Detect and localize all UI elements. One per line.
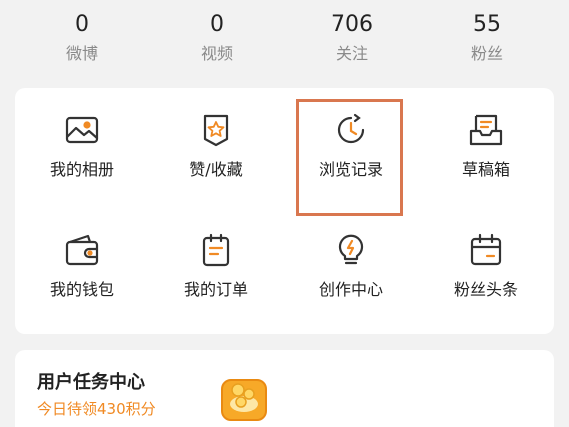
grid-item-album[interactable]: 我的相册	[17, 98, 147, 208]
wallet-icon	[64, 232, 100, 268]
grid-item-drafts-label: 草稿箱	[461, 160, 510, 179]
lightbulb-icon	[333, 232, 369, 268]
stat-video-label: 视频	[200, 44, 233, 63]
grid-item-orders[interactable]: 我的订单	[151, 218, 281, 328]
draft-box-icon	[468, 112, 504, 148]
profile-stats-bar: 0 微博 0 视频 706 关注 55 粉丝	[0, 0, 569, 82]
grid-item-orders-label: 我的订单	[183, 280, 248, 299]
order-list-icon	[198, 232, 234, 268]
history-clock-icon	[333, 112, 369, 148]
grid-item-fans-headline-label: 粉丝头条	[453, 280, 518, 299]
photo-album-icon	[64, 112, 100, 148]
grid-item-history-label: 浏览记录	[318, 160, 383, 179]
grid-item-fans-headline[interactable]: 粉丝头条	[421, 218, 551, 328]
grid-item-album-label: 我的相册	[49, 160, 114, 179]
task-center-title: 用户任务中心	[37, 372, 145, 393]
grid-item-wallet[interactable]: 我的钱包	[17, 218, 147, 328]
grid-item-creator-center[interactable]: 创作中心	[286, 218, 416, 328]
stat-fans[interactable]: 55 粉丝	[427, 10, 547, 68]
stat-weibo-label: 微博	[65, 44, 98, 63]
task-center-card[interactable]: 用户任务中心 今日待领430积分	[15, 350, 554, 427]
stat-fans-count: 55	[473, 12, 501, 37]
feature-grid-card: 我的相册 赞/收藏 浏览记录 草稿箱 我的钱包 我的订单 创作中心 粉丝头条	[15, 88, 554, 334]
task-center-points: 今日待领430积分	[37, 400, 156, 418]
stat-following-label: 关注	[335, 44, 368, 63]
stat-following-count: 706	[331, 12, 373, 37]
stat-weibo[interactable]: 0 微博	[22, 10, 142, 68]
grid-item-history[interactable]: 浏览记录	[286, 98, 416, 208]
stat-weibo-count: 0	[75, 12, 89, 37]
grid-item-favorites[interactable]: 赞/收藏	[151, 98, 281, 208]
stat-fans-label: 粉丝	[470, 44, 503, 63]
grid-item-favorites-label: 赞/收藏	[189, 160, 243, 179]
grid-item-creator-center-label: 创作中心	[318, 280, 383, 299]
stat-following[interactable]: 706 关注	[292, 10, 412, 68]
stat-video[interactable]: 0 视频	[157, 10, 277, 68]
grid-item-wallet-label: 我的钱包	[49, 280, 114, 299]
star-badge-icon	[198, 112, 234, 148]
stat-video-count: 0	[210, 12, 224, 37]
calendar-icon	[468, 232, 504, 268]
grid-item-drafts[interactable]: 草稿箱	[421, 98, 551, 208]
reward-gift-icon	[220, 370, 268, 422]
